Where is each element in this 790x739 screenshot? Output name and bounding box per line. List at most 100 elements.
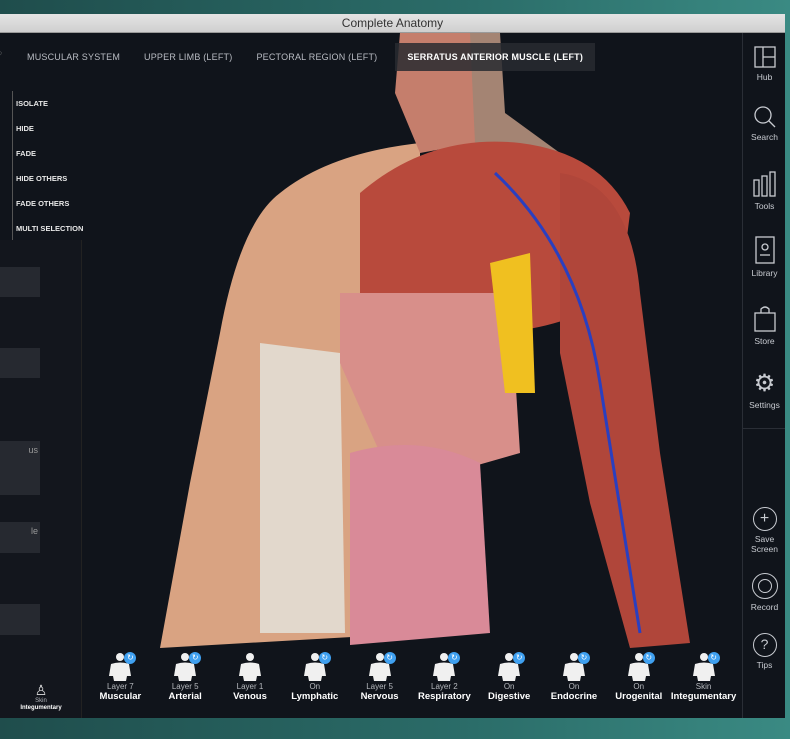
system-toggle-lymphatic[interactable]: ↻ On Lymphatic <box>285 648 345 718</box>
abdomen-fascia <box>260 343 345 633</box>
refresh-badge-icon[interactable]: ↻ <box>577 652 590 664</box>
body-figure-icon <box>238 653 261 681</box>
context-menu: ISOLATE HIDE FADE HIDE OTHERS FADE OTHER… <box>12 91 83 241</box>
system-name: Arterial <box>168 691 202 702</box>
system-name: Endocrine <box>550 691 598 702</box>
system-toggle-integumentary[interactable]: ↻ Skin Integumentary <box>670 648 737 718</box>
system-toggle-endocrine[interactable]: ↻ On Endocrine <box>544 648 604 718</box>
library-icon <box>754 236 775 264</box>
record-button[interactable]: Record <box>743 573 785 612</box>
system-toggle-urogenital[interactable]: ↻ On Urogenital <box>609 648 669 718</box>
system-name: Venous <box>233 691 267 702</box>
refresh-badge-icon[interactable]: ↻ <box>448 652 461 664</box>
plus-icon: + <box>752 507 777 531</box>
refresh-badge-icon[interactable]: ↻ <box>383 652 396 664</box>
layer-label: On <box>309 682 321 691</box>
system-name: Integumentary <box>20 705 62 711</box>
refresh-badge-icon[interactable]: ↻ <box>513 652 526 664</box>
action-label: Record <box>750 602 779 612</box>
breadcrumb-item[interactable]: MUSCULAR SYSTEM <box>15 43 132 71</box>
layer-label: Layer 2 <box>431 682 458 691</box>
left-panel: us le ♙ Skin Integumentary <box>0 240 82 718</box>
menu-item-fade[interactable]: FADE <box>16 141 83 166</box>
viewport[interactable]: ◌ MUSCULAR SYSTEM UPPER LIMB (LEFT) PECT… <box>0 33 785 718</box>
system-name: Muscular <box>99 691 142 702</box>
anatomy-3d-model[interactable] <box>0 33 785 648</box>
sidebar-label: Library <box>751 268 778 278</box>
breadcrumb-item-current[interactable]: SERRATUS ANTERIOR MUSCLE (LEFT) <box>395 43 596 71</box>
menu-item-isolate[interactable]: ISOLATE <box>16 91 83 116</box>
menu-item-hide-others[interactable]: HIDE OTHERS <box>16 166 83 191</box>
help-icon: ? <box>752 633 777 657</box>
tips-button[interactable]: ? Tips <box>743 633 785 670</box>
app-window: Complete Anatomy ◌ MUSCULAR SYSTEM UPPER… <box>0 0 790 739</box>
layer-label: Layer 5 <box>171 682 199 691</box>
system-name: Digestive <box>488 691 531 702</box>
search-icon <box>753 106 775 128</box>
refresh-badge-icon[interactable]: ↻ <box>707 652 720 664</box>
breadcrumb-item[interactable]: PECTORAL REGION (LEFT) <box>244 43 389 71</box>
panel-item-text: us <box>28 445 38 455</box>
panel-item[interactable] <box>0 604 40 635</box>
system-name: Integumentary <box>670 691 737 702</box>
layer-label: Layer 7 <box>107 682 134 691</box>
sidebar-item-library[interactable]: Library <box>743 235 785 278</box>
refresh-badge-icon[interactable]: ↻ <box>189 652 202 664</box>
sidebar-item-search[interactable]: Search <box>743 105 785 142</box>
panel-item[interactable]: us <box>0 441 40 495</box>
systems-bar: ↻ Layer 7 Muscular ↻ Layer 5 Arterial La… <box>82 648 742 718</box>
tools-icon <box>752 171 776 197</box>
store-icon <box>753 306 776 332</box>
breadcrumb: MUSCULAR SYSTEM UPPER LIMB (LEFT) PECTOR… <box>0 43 596 71</box>
layer-label: Skin <box>35 698 47 704</box>
sidebar-item-hub[interactable]: Hub <box>743 45 785 82</box>
system-name: Urogenital <box>615 691 663 702</box>
sidebar-label: Search <box>751 132 778 142</box>
system-toggle-respiratory[interactable]: ↻ Layer 2 Respiratory <box>414 648 474 718</box>
intestines <box>350 445 490 645</box>
sidebar-label: Hub <box>756 72 773 82</box>
panel-item[interactable] <box>0 348 40 378</box>
refresh-badge-icon[interactable]: ↻ <box>124 652 137 664</box>
system-toggle-arterial[interactable]: ↻ Layer 5 Arterial <box>155 648 215 718</box>
menu-item-multi-selection[interactable]: MULTI SELECTION <box>16 216 83 241</box>
layer-label: Layer 5 <box>366 682 393 691</box>
menu-item-fade-others[interactable]: FADE OTHERS <box>16 191 83 216</box>
left-integumentary-button[interactable]: ♙ Skin Integumentary <box>8 682 74 712</box>
system-name: Nervous <box>360 691 399 702</box>
layer-label: On <box>633 682 645 691</box>
hub-icon <box>753 46 776 68</box>
system-name: Lymphatic <box>291 691 339 702</box>
system-toggle-nervous[interactable]: ↻ Layer 5 Nervous <box>350 648 410 718</box>
sidebar-item-store[interactable]: Store <box>743 305 785 346</box>
sidebar-label: Store <box>754 336 775 346</box>
panel-item[interactable] <box>0 267 40 297</box>
sidebar-divider <box>743 428 785 429</box>
window-title: Complete Anatomy <box>341 16 444 30</box>
system-name: Respiratory <box>417 691 471 702</box>
sidebar-item-tools[interactable]: Tools <box>743 170 785 211</box>
action-label: Save Screen <box>751 534 778 554</box>
system-toggle-venous[interactable]: Layer 1 Venous <box>220 648 280 718</box>
panel-item[interactable]: le <box>0 522 40 553</box>
refresh-badge-icon[interactable]: ↻ <box>642 652 655 664</box>
system-toggle-muscular[interactable]: ↻ Layer 7 Muscular <box>90 648 150 718</box>
sidebar-label: Tools <box>754 201 775 211</box>
layer-label: On <box>503 682 515 691</box>
breadcrumb-item[interactable]: UPPER LIMB (LEFT) <box>132 43 244 71</box>
system-toggle-digestive[interactable]: ↻ On Digestive <box>479 648 539 718</box>
refresh-badge-icon[interactable]: ↻ <box>318 652 331 664</box>
gear-icon: ⚙ <box>753 370 776 397</box>
window-title-bar: Complete Anatomy <box>0 14 785 33</box>
right-sidebar: Hub Search Tools Library Store ⚙ Setting… <box>742 33 785 718</box>
save-screen-button[interactable]: + Save Screen <box>743 507 785 554</box>
sidebar-item-settings[interactable]: ⚙ Settings <box>743 370 785 411</box>
menu-item-hide[interactable]: HIDE <box>16 116 83 141</box>
sidebar-label: Settings <box>749 400 780 410</box>
arm-muscle <box>560 173 690 648</box>
record-icon <box>751 573 778 599</box>
skin-figure-icon: ♙ <box>34 682 48 698</box>
layer-label: Skin <box>695 682 712 691</box>
layer-label: Layer 1 <box>236 682 264 691</box>
layer-label: On <box>568 682 580 691</box>
